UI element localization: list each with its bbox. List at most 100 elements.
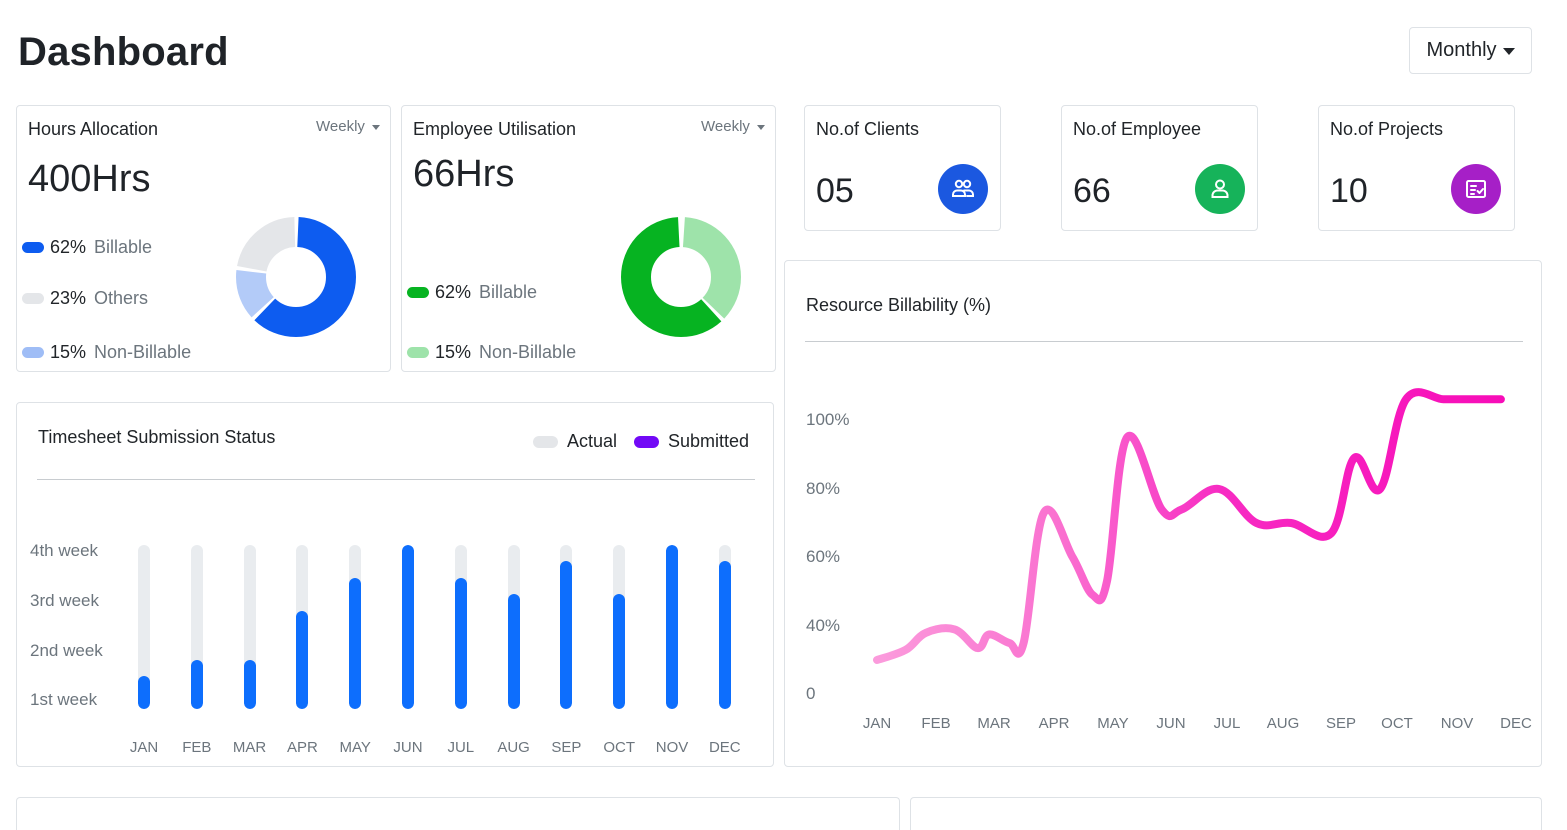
- legend-label: Non-Billable: [479, 342, 577, 362]
- bar-submitted-mar: [243, 659, 256, 709]
- legend-swatch: [22, 347, 44, 358]
- x-axis-label: APR: [1038, 715, 1070, 732]
- legend-label: Actual: [567, 431, 618, 451]
- bar-actual-apr: [296, 545, 309, 709]
- stat-title: No.of Employee: [1073, 119, 1202, 139]
- bar-submitted-apr: [296, 610, 309, 709]
- stat-card-projects: No.of Projects 10: [1318, 105, 1515, 231]
- projects-icon: [1451, 164, 1501, 214]
- legend-pct: 62%: [435, 282, 472, 302]
- legend-pct: 15%: [435, 342, 472, 362]
- timesheet-title: Timesheet Submission Status: [38, 427, 276, 447]
- x-axis-label: SEP: [1325, 715, 1356, 732]
- bar-actual-oct: [613, 545, 626, 709]
- legend-swatch: [22, 242, 44, 253]
- x-axis-label: JUN: [393, 739, 423, 756]
- period-dropdown-label: Monthly: [1426, 39, 1497, 61]
- employee-utilisation-title: Employee Utilisation: [413, 119, 577, 139]
- stat-value: 05: [816, 172, 854, 210]
- legend-swatch: [407, 287, 429, 298]
- caret-down-icon: [371, 125, 380, 130]
- stat-card-clients: No.of Clients 05: [804, 105, 1001, 231]
- x-axis-label: OCT: [603, 739, 636, 756]
- clients-icon: [938, 164, 988, 214]
- legend-submitted: Submitted: [634, 431, 749, 452]
- bar-actual-dec: [718, 545, 731, 709]
- hours-allocation-card: Hours Allocation Weekly 400Hrs 62% Billa…: [16, 105, 391, 372]
- bar-submitted-jun: [402, 545, 414, 709]
- period-dropdown[interactable]: Monthly: [1409, 27, 1532, 74]
- x-axis-label: JUN: [1156, 715, 1186, 732]
- legend-swatch: [22, 293, 44, 304]
- bar-actual-jan: [138, 545, 150, 709]
- x-axis-label: JAN: [129, 739, 159, 756]
- bar-submitted-dec: [718, 561, 731, 709]
- bar-submitted-jan: [138, 676, 150, 709]
- y-axis-label: 1st week: [30, 690, 98, 709]
- x-axis-label: AUG: [497, 739, 530, 756]
- hours-allocation-donut: [236, 217, 356, 337]
- legend-actual: Actual: [533, 431, 617, 452]
- stat-value: 10: [1330, 172, 1368, 210]
- legend-pct: 62%: [50, 237, 87, 257]
- stat-title: No.of Clients: [816, 119, 920, 139]
- billability-series-line: [873, 388, 1505, 664]
- stat-value: 66: [1073, 172, 1111, 210]
- stat-card-employee: No.of Employee 66: [1061, 105, 1258, 231]
- legend-label: Submitted: [668, 431, 750, 451]
- x-axis-label: OCT: [1381, 715, 1413, 732]
- hours-allocation-value: 400Hrs: [28, 158, 151, 200]
- y-axis-label: 3rd week: [30, 591, 99, 610]
- employee-utilisation-donut: [621, 217, 741, 337]
- bar-actual-nov: [666, 545, 678, 709]
- x-axis-label: DEC: [708, 739, 741, 756]
- legend-billable: 62% Billable: [407, 282, 537, 303]
- bar-submitted-feb: [190, 659, 203, 709]
- bar-actual-sep: [560, 545, 573, 709]
- legend-billable: 62% Billable: [22, 237, 152, 258]
- employee-utilisation-value: 66Hrs: [413, 153, 515, 195]
- employee-icon: [1195, 164, 1245, 214]
- stat-title: No.of Projects: [1330, 119, 1444, 139]
- bar-actual-feb: [190, 545, 203, 709]
- bar-actual-jul: [454, 545, 467, 709]
- bottom-card-right: [910, 797, 1542, 830]
- caret-down-icon: [1502, 48, 1515, 55]
- bar-submitted-oct: [613, 594, 626, 709]
- bar-actual-aug: [507, 545, 520, 709]
- legend-label: Billable: [479, 282, 538, 302]
- hours-allocation-filter-label: Weekly: [316, 118, 365, 135]
- hours-allocation-filter[interactable]: Weekly: [316, 118, 380, 135]
- legend-pct: 23%: [50, 288, 87, 308]
- legend-label: Others: [94, 288, 149, 308]
- bar-submitted-may: [349, 577, 362, 709]
- timesheet-card: Timesheet Submission Status Actual Submi…: [16, 402, 774, 767]
- hours-allocation-title: Hours Allocation: [28, 119, 159, 139]
- bar-submitted-nov: [666, 545, 678, 709]
- billability-line-chart: [873, 388, 1505, 664]
- x-axis-label: NOV: [1440, 715, 1474, 732]
- legend-label: Billable: [94, 237, 153, 257]
- x-axis-label: APR: [286, 739, 318, 756]
- bar-actual-may: [349, 545, 362, 709]
- page-title: Dashboard: [18, 30, 229, 74]
- x-axis-label: FEB: [182, 739, 212, 756]
- legend-label: Non-Billable: [94, 342, 192, 362]
- x-axis-label: MAR: [977, 715, 1011, 732]
- x-axis-label: AUG: [1266, 715, 1300, 732]
- legend-non-billable: 15% Non-Billable: [22, 342, 191, 363]
- x-axis-label: MAY: [339, 739, 371, 756]
- x-axis-label: MAY: [1097, 715, 1129, 732]
- employee-utilisation-filter-label: Weekly: [701, 118, 750, 135]
- legend-non-billable: 15% Non-Billable: [407, 342, 576, 363]
- bottom-card-left: [16, 797, 900, 830]
- resource-billability-card: Resource Billability (%) 100% 80% 60% 40…: [784, 260, 1542, 767]
- employee-utilisation-filter[interactable]: Weekly: [701, 118, 765, 135]
- y-axis-label: 2nd week: [30, 641, 103, 660]
- divider: [37, 479, 755, 480]
- bar-actual-mar: [243, 545, 256, 709]
- x-axis-label: DEC: [1500, 715, 1532, 732]
- bar-submitted-aug: [507, 594, 520, 709]
- x-axis-label: NOV: [655, 739, 689, 756]
- legend-swatch: [533, 435, 558, 448]
